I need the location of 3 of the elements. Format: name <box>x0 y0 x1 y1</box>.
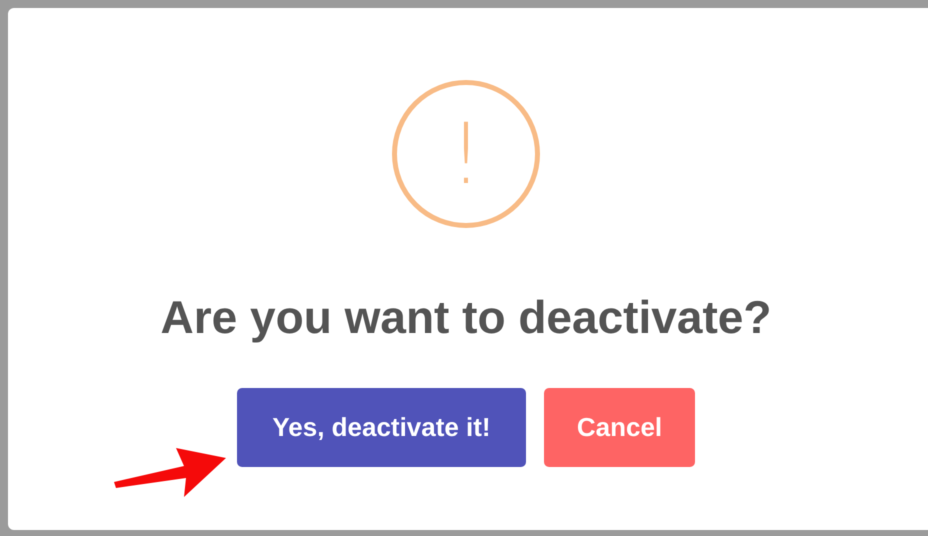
confirm-button[interactable]: Yes, deactivate it! <box>237 388 526 467</box>
warning-icon: ! <box>392 80 540 228</box>
dialog-title: Are you want to deactivate? <box>160 290 772 344</box>
